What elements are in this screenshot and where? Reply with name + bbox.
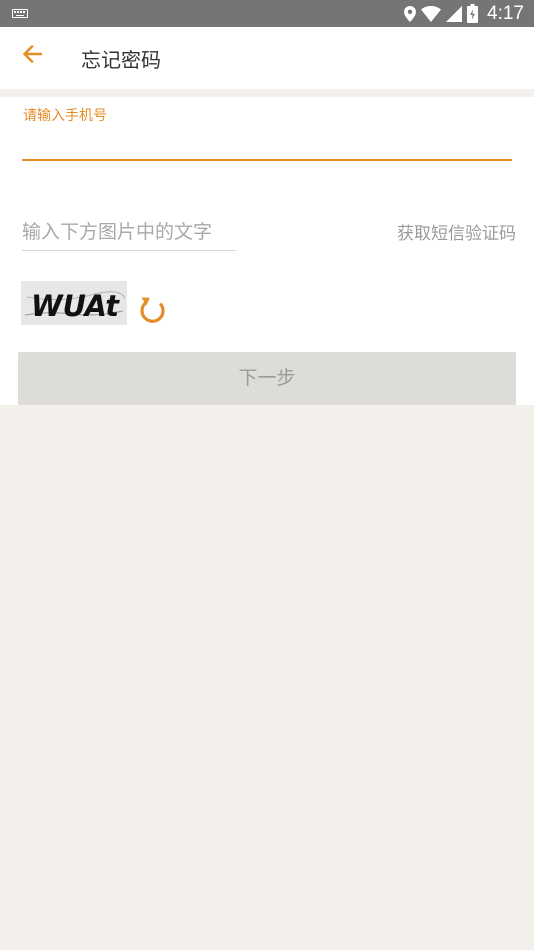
status-bar: 4:17: [0, 0, 534, 27]
status-icons: 4:17: [404, 3, 524, 24]
phone-field-label: 请输入手机号: [23, 108, 107, 124]
captcha-text: WUAt: [31, 289, 120, 323]
refresh-captcha-button[interactable]: [137, 294, 169, 326]
forgot-password-form: 请输入手机号 获取短信验证码 WUAt 下一步: [0, 97, 534, 405]
battery-charging-icon: [467, 4, 479, 23]
page-title: 忘记密码: [81, 48, 161, 72]
get-sms-code-button[interactable]: 获取短信验证码: [397, 219, 516, 244]
status-time: 4:17: [487, 2, 524, 24]
captcha-image[interactable]: WUAt: [21, 281, 127, 325]
back-button[interactable]: [17, 39, 47, 69]
phone-input[interactable]: [22, 125, 512, 161]
signal-icon: [446, 5, 463, 22]
location-icon: [404, 5, 417, 22]
next-step-button[interactable]: 下一步: [18, 352, 516, 405]
app-bar: 忘记密码: [0, 27, 534, 89]
wifi-icon: [421, 5, 442, 22]
captcha-input[interactable]: [22, 215, 236, 251]
arrow-left-icon: [22, 45, 42, 63]
refresh-icon: [140, 297, 165, 323]
keyboard-icon: [12, 9, 28, 18]
